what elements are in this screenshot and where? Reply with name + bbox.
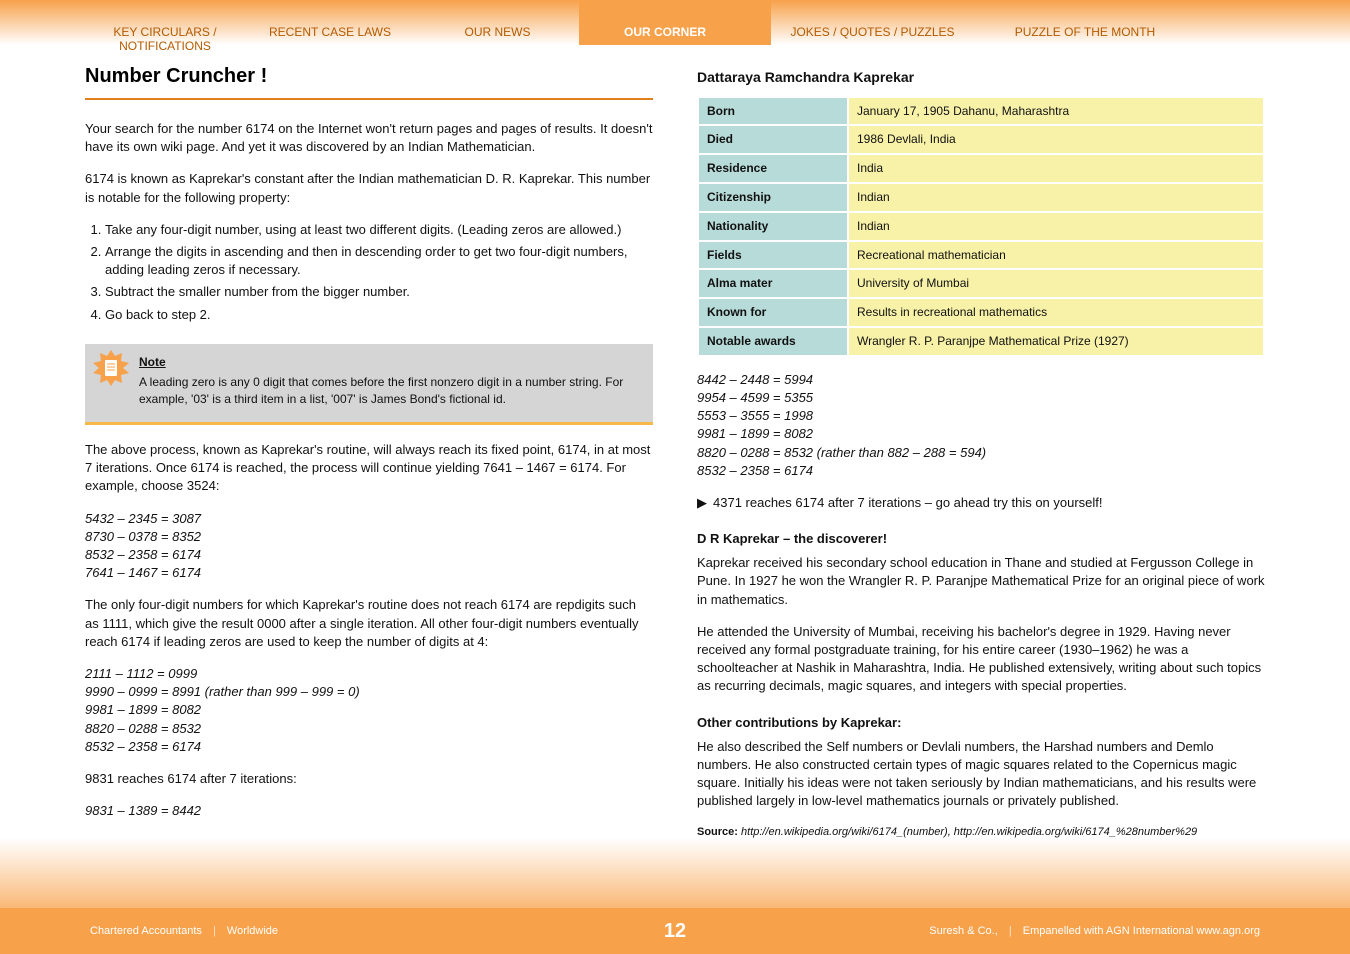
footer: Chartered Accountants | Worldwide 12 Sur… [0, 908, 1350, 954]
eq16: 8820 – 0288 = 8532 (rather than 882 – 28… [697, 444, 1265, 462]
note-text: A leading zero is any 0 digit that comes… [139, 375, 623, 406]
eq8: 8820 – 0288 = 8532 [85, 720, 653, 738]
eq3: 8532 – 2358 = 6174 [85, 546, 653, 564]
src-label: Source: [697, 826, 738, 838]
p2: 6174 is known as Kaprekar's constant aft… [85, 170, 653, 206]
p3: The above process, known as Kaprekar's r… [85, 441, 653, 496]
tab-cases: RECENT CASE LAWS [245, 25, 415, 53]
bio-value: Results in recreational mathematics [848, 298, 1264, 327]
tab-news: OUR NEWS [415, 25, 580, 53]
eq14: 5553 – 3555 = 1998 [697, 407, 1265, 425]
eq15: 9981 – 1899 = 8082 [697, 425, 1265, 443]
eq4: 7641 – 1467 = 6174 [85, 564, 653, 582]
table-row: Known forResults in recreational mathema… [698, 298, 1264, 327]
step2: Arrange the digits in ascending and then… [105, 243, 653, 279]
step3: Subtract the smaller number from the big… [105, 283, 653, 301]
article-title: Number Cruncher ! [85, 62, 653, 90]
eq1: 5432 – 2345 = 3087 [85, 510, 653, 528]
tab-jokes: JOKES / QUOTES / PUZZLES [750, 25, 995, 53]
table-row: CitizenshipIndian [698, 183, 1264, 212]
table-row: BornJanuary 17, 1905 Dahanu, Maharashtra [698, 97, 1264, 126]
bio-value: India [848, 154, 1264, 183]
bio-heading: Dattaraya Ramchandra Kaprekar [697, 68, 1265, 88]
right-column: Dattaraya Ramchandra Kaprekar BornJanuar… [697, 62, 1265, 854]
bio-value: 1986 Devlali, India [848, 125, 1264, 154]
bio-value: University of Mumbai [848, 269, 1264, 298]
footer-left2: Worldwide [227, 925, 278, 937]
bio-key: Died [698, 125, 848, 154]
tab-puzzle: PUZZLE OF THE MONTH [995, 25, 1175, 53]
bio-value: Wrangler R. P. Paranjpe Mathematical Pri… [848, 327, 1264, 356]
bio-key: Notable awards [698, 327, 848, 356]
eq17: 8532 – 2358 = 6174 [697, 462, 1265, 480]
eq5: 2111 – 1112 = 0999 [85, 665, 653, 683]
steps-list: Take any four-digit number, using at lea… [105, 221, 653, 324]
table-row: Notable awardsWrangler R. P. Paranjpe Ma… [698, 327, 1264, 356]
play-icon: ▶ [697, 495, 707, 510]
table-row: ResidenceIndia [698, 154, 1264, 183]
p6: Kaprekar received his secondary school e… [697, 554, 1265, 609]
bio-key: Residence [698, 154, 848, 183]
eq6: 9990 – 0999 = 8991 (rather than 999 – 99… [85, 683, 653, 701]
eq13: 9954 – 4599 = 5355 [697, 389, 1265, 407]
bio-value: January 17, 1905 Dahanu, Maharashtra [848, 97, 1264, 126]
tab-corner: OUR CORNER [580, 25, 750, 53]
left-column: Number Cruncher ! Your search for the nu… [85, 62, 653, 854]
p8: He also described the Self numbers or De… [697, 738, 1265, 811]
footer-gradient [0, 838, 1350, 908]
bio-table: BornJanuary 17, 1905 Dahanu, Maharashtra… [697, 96, 1265, 357]
eq11: 9831 – 1389 = 8442 [85, 802, 653, 820]
bio-key: Known for [698, 298, 848, 327]
footer-right2: Empanelled with AGN International www.ag… [1023, 925, 1260, 937]
p7: He attended the University of Mumbai, re… [697, 623, 1265, 696]
note-box: Note A leading zero is any 0 digit that … [85, 344, 653, 425]
p4: The only four-digit numbers for which Ka… [85, 596, 653, 651]
step4: Go back to step 2. [105, 306, 653, 324]
bio-key: Nationality [698, 212, 848, 241]
eq2: 8730 – 0378 = 8352 [85, 528, 653, 546]
table-row: Alma materUniversity of Mumbai [698, 269, 1264, 298]
sub1: D R Kaprekar – the discoverer! [697, 530, 1265, 548]
bio-value: Indian [848, 212, 1264, 241]
tab-bar: KEY CIRCULARS / NOTIFICATIONS RECENT CAS… [85, 25, 1265, 45]
eq12: 8442 – 2448 = 5994 [697, 371, 1265, 389]
table-row: Died1986 Devlali, India [698, 125, 1264, 154]
page-number: 12 [664, 920, 686, 943]
footer-right1: Suresh & Co., [929, 925, 997, 937]
bio-key: Fields [698, 241, 848, 270]
table-row: NationalityIndian [698, 212, 1264, 241]
tab-circulars: KEY CIRCULARS / NOTIFICATIONS [85, 25, 245, 53]
eq10: 9831 reaches 6174 after 7 iterations: [85, 770, 653, 788]
step1: Take any four-digit number, using at lea… [105, 221, 653, 239]
src: http://en.wikipedia.org/wiki/6174_(numbe… [741, 826, 1197, 838]
note-heading: Note [139, 354, 641, 371]
table-row: FieldsRecreational mathematician [698, 241, 1264, 270]
bio-key: Citizenship [698, 183, 848, 212]
sub2: Other contributions by Kaprekar: [697, 714, 1265, 732]
p1: Your search for the number 6174 on the I… [85, 120, 653, 156]
p5: 4371 reaches 6174 after 7 iterations – g… [713, 495, 1103, 510]
eq7: 9981 – 1899 = 8082 [85, 701, 653, 719]
bio-key: Born [698, 97, 848, 126]
bio-value: Indian [848, 183, 1264, 212]
note-icon [91, 348, 131, 388]
title-rule [85, 98, 653, 100]
bio-value: Recreational mathematician [848, 241, 1264, 270]
footer-left1: Chartered Accountants [90, 925, 202, 937]
bio-key: Alma mater [698, 269, 848, 298]
eq9: 8532 – 2358 = 6174 [85, 738, 653, 756]
